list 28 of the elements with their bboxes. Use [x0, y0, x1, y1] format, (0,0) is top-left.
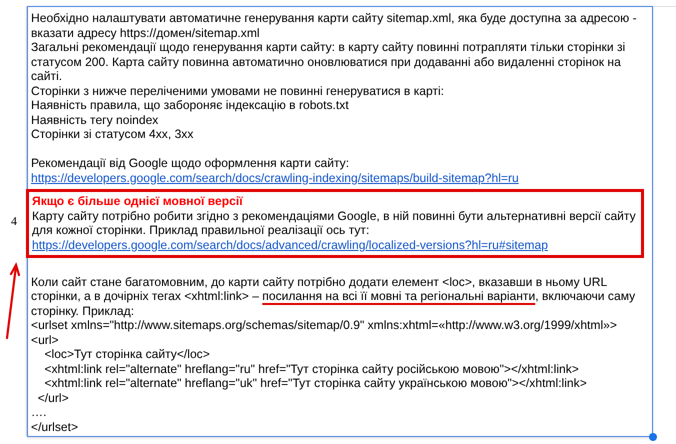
section-heading: Якщо є більше однієї мовної версії [32, 194, 244, 208]
text-line: <url> [31, 332, 60, 347]
text-line: вказати адресу https://домен/sitemap.xml [31, 26, 261, 40]
text-line: <xhtml:link rel="alternate" hreflang="ru" href="Тут сторінка сайту російською мовою"></xhtml:link> [43, 362, 580, 376]
text-line: Необхідно налаштувати автоматичне генерування карти сайту sitemap.xml, яка буде доступна за адресою - [31, 11, 638, 26]
text-line: сторінки, а в дочірніх тегах <xhtml:link> – посилання на всі її мовні та регіональні варіанти, включаючи саму [31, 289, 636, 304]
text-line: Рекомендації від Google щодо оформлення карти сайту: [31, 156, 350, 170]
text-line: Сторінки зі статусом 4хх, 3хх [31, 127, 194, 142]
resize-handle[interactable] [649, 433, 657, 441]
text-line: Коли сайт стане багатомовним, до карти сайту потрібно додати елемент <loc>, вказавши в ньому URL [31, 274, 608, 289]
text-line: сторінку. Приклад: [31, 304, 136, 318]
text-line: статусом 200. Карта сайту повинна автоматично оновлюватися при додаванні або видаленні сторінок на [31, 54, 622, 69]
text-line: для кожної сторінки. Приклад правильної реалізації ось тут: [32, 223, 370, 238]
text-line: Наявність правила, що забороняє індексацію в robots.txt [31, 98, 350, 112]
text-line: Наявність тегу noindex [31, 112, 160, 127]
text-line: <loc>Тут сторінка сайту</loc> [43, 347, 211, 362]
text-line: Карту сайту потрібно робити згідно з рекомендаціями Google, в ній повинні бути альтернативні версії сайту [32, 208, 637, 223]
row-number: 4 [11, 214, 18, 228]
text-line: Сторінки з нижче переліченими умовами не повинні генеруватися в карті: [31, 84, 446, 98]
text-line: <urlset xmlns="http://www.sitemaps.org/schemas/sitemap/0.9" xmlns:xhtml=«http://www.w3.org/1999/xhtml»> [31, 318, 618, 332]
url-link[interactable]: https://developers.google.com/search/docs/advanced/crawling/localized-versions?hl=ru#sitemap [32, 238, 637, 252]
text-line: сайті. [31, 69, 64, 84]
text-line: </url> [36, 390, 70, 405]
text-line: …. [31, 405, 48, 420]
url-link[interactable]: https://developers.google.com/search/docs/crawling-indexing/sitemaps/build-sitemap?hl=ru [31, 170, 650, 185]
text-line: <xhtml:link rel="alternate" hreflang="uk" href="Тут сторінка сайту українською мовою"></xhtml:link> [43, 376, 588, 390]
text-line: Загальні рекомендації щодо генерування карти сайту: в карту сайту повинні потрапляти тільки сторінки зі [31, 40, 626, 54]
text-line: </urlset> [31, 420, 80, 434]
